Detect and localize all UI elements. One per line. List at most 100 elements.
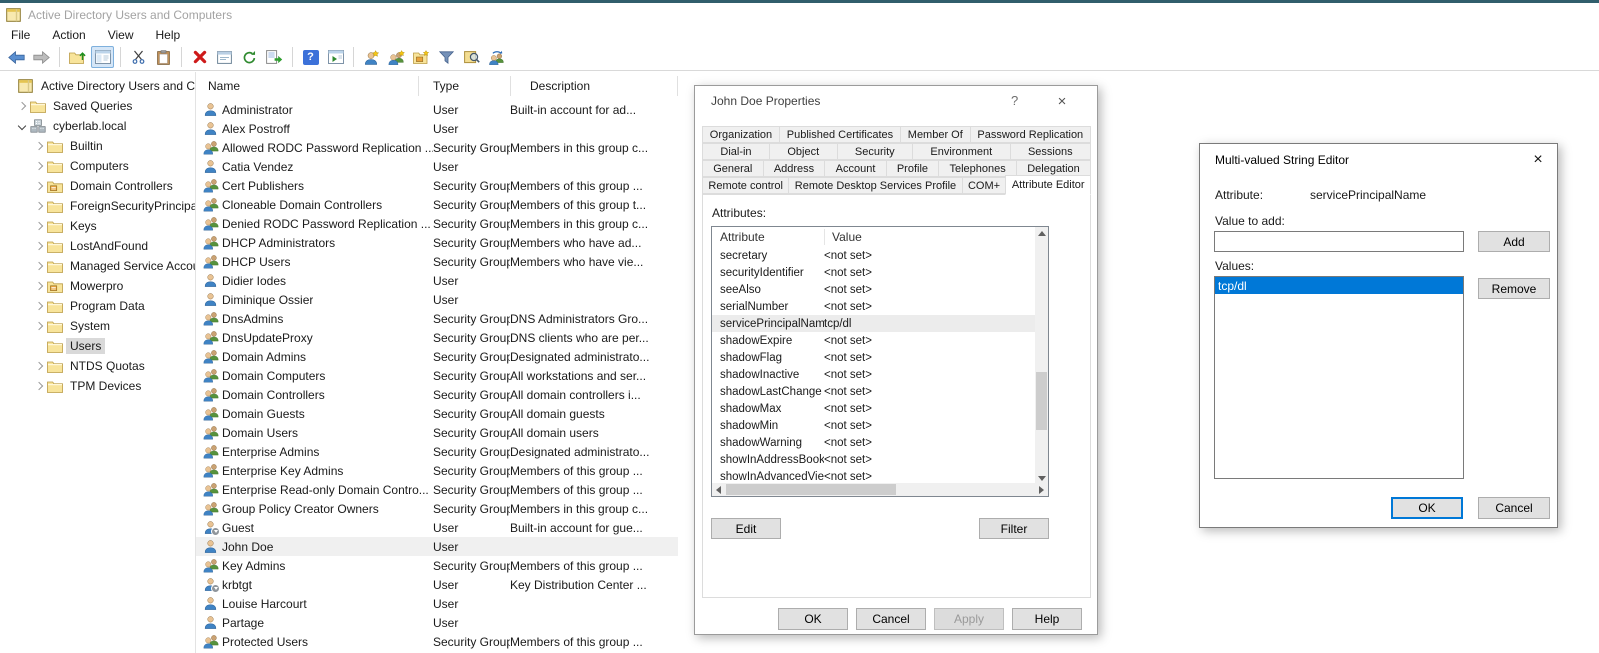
- tab-dial-in[interactable]: Dial-in: [702, 143, 770, 160]
- column-divider[interactable]: [418, 76, 419, 96]
- scroll-up-icon[interactable]: [1035, 227, 1048, 240]
- cancel-button[interactable]: Cancel: [856, 608, 926, 630]
- set-permissions-icon[interactable]: [485, 46, 508, 68]
- expander-icon[interactable]: [31, 298, 47, 314]
- expander-icon[interactable]: [31, 138, 47, 154]
- menu-action[interactable]: Action: [41, 28, 96, 42]
- up-one-level-icon[interactable]: [66, 46, 89, 68]
- close-icon[interactable]: ×: [1047, 91, 1077, 111]
- tree-item[interactable]: Saved Queries: [0, 96, 195, 116]
- attribute-row[interactable]: servicePrincipalName tcp/dl: [712, 315, 1036, 332]
- tab-remote-desktop-services-profile[interactable]: Remote Desktop Services Profile: [788, 177, 962, 194]
- show-console-tree-icon[interactable]: [91, 46, 114, 68]
- apply-button[interactable]: Apply: [934, 608, 1004, 630]
- table-row[interactable]: DnsAdmins Security Group... DNS Administ…: [196, 309, 678, 328]
- tab-password-replication[interactable]: Password Replication: [970, 126, 1091, 143]
- tab-address[interactable]: Address: [763, 160, 826, 177]
- attribute-row[interactable]: shadowInactive <not set>: [712, 366, 1036, 383]
- table-row[interactable]: Domain Admins Security Group... Designat…: [196, 347, 678, 366]
- tree-item[interactable]: Program Data: [0, 296, 195, 316]
- column-header-name[interactable]: Name: [208, 79, 240, 93]
- filter-button[interactable]: Filter: [979, 518, 1049, 539]
- forward-icon[interactable]: [30, 46, 53, 68]
- table-row[interactable]: Didier Iodes User: [196, 271, 678, 290]
- ok-button[interactable]: OK: [778, 608, 848, 630]
- expander-icon[interactable]: [2, 78, 18, 94]
- tree-item[interactable]: cyberlab.local: [0, 116, 195, 136]
- attribute-row[interactable]: shadowLastChange <not set>: [712, 383, 1036, 400]
- tree-item[interactable]: Builtin: [0, 136, 195, 156]
- value-to-add-input[interactable]: [1214, 231, 1464, 252]
- horizontal-scrollbar[interactable]: [712, 483, 1048, 496]
- scrollbar-thumb[interactable]: [1036, 372, 1047, 430]
- attribute-row[interactable]: shadowMin <not set>: [712, 417, 1036, 434]
- table-row[interactable]: Protected Users Security Group... Member…: [196, 632, 678, 651]
- tree-item[interactable]: Mowerpro: [0, 276, 195, 296]
- table-row[interactable]: Cert Publishers Security Group... Member…: [196, 176, 678, 195]
- expander-icon[interactable]: [31, 378, 47, 394]
- table-row[interactable]: Cloneable Domain Controllers Security Gr…: [196, 195, 678, 214]
- table-row[interactable]: Domain Guests Security Group... All doma…: [196, 404, 678, 423]
- table-row[interactable]: Enterprise Admins Security Group... Desi…: [196, 442, 678, 461]
- expander-icon[interactable]: [31, 158, 47, 174]
- menu-help[interactable]: Help: [145, 28, 192, 42]
- column-header-type[interactable]: Type: [433, 79, 459, 93]
- tree-item[interactable]: Keys: [0, 216, 195, 236]
- table-row[interactable]: Louise Harcourt User: [196, 594, 678, 613]
- attr-column-header[interactable]: Attribute: [720, 230, 765, 244]
- tab-remote-control[interactable]: Remote control: [702, 177, 789, 194]
- vertical-scrollbar[interactable]: [1035, 227, 1048, 485]
- value-column-header[interactable]: Value: [832, 230, 862, 244]
- tab-published-certificates[interactable]: Published Certificates: [779, 126, 901, 143]
- expander-icon[interactable]: [31, 318, 47, 334]
- attribute-row[interactable]: serialNumber <not set>: [712, 298, 1036, 315]
- edit-button[interactable]: Edit: [711, 518, 781, 539]
- tree-item[interactable]: Computers: [0, 156, 195, 176]
- refresh-icon[interactable]: [238, 46, 261, 68]
- expander-icon[interactable]: [31, 218, 47, 234]
- value-row[interactable]: tcp/dl: [1215, 277, 1463, 294]
- tree-item[interactable]: Users: [0, 336, 195, 356]
- tab-sessions[interactable]: Sessions: [1010, 143, 1091, 160]
- table-row[interactable]: krbtgt User Key Distribution Center ...: [196, 575, 678, 594]
- scroll-right-icon[interactable]: [1035, 483, 1048, 496]
- expander-icon[interactable]: [31, 278, 47, 294]
- tab-general[interactable]: General: [702, 160, 764, 177]
- scrollbar-thumb[interactable]: [726, 484, 896, 495]
- tree-item[interactable]: Domain Controllers: [0, 176, 195, 196]
- table-row[interactable]: DnsUpdateProxy Security Group... DNS cli…: [196, 328, 678, 347]
- find-icon[interactable]: [460, 46, 483, 68]
- filter-icon[interactable]: [435, 46, 458, 68]
- add-button[interactable]: Add: [1478, 231, 1550, 252]
- tab-environment[interactable]: Environment: [912, 143, 1011, 160]
- dialog-help-icon[interactable]: ?: [1011, 93, 1018, 108]
- table-row[interactable]: Domain Controllers Security Group... All…: [196, 385, 678, 404]
- cut-icon[interactable]: [127, 46, 150, 68]
- column-divider[interactable]: [677, 76, 678, 96]
- expander-icon[interactable]: [31, 258, 47, 274]
- back-icon[interactable]: [5, 46, 28, 68]
- tree-item[interactable]: ForeignSecurityPrincipals: [0, 196, 195, 216]
- values-listbox[interactable]: tcp/dl: [1214, 276, 1464, 479]
- table-row[interactable]: Guest User Built-in account for gue...: [196, 518, 678, 537]
- new-user-icon[interactable]: [360, 46, 383, 68]
- tab-organization[interactable]: Organization: [702, 126, 780, 143]
- table-row[interactable]: Alex Postroff User: [196, 119, 678, 138]
- table-row[interactable]: Enterprise Read-only Domain Contro... Se…: [196, 480, 678, 499]
- attribute-row[interactable]: showInAddressBook <not set>: [712, 451, 1036, 468]
- expander-icon[interactable]: [31, 238, 47, 254]
- table-row[interactable]: Partage User: [196, 613, 678, 632]
- table-row[interactable]: Diminique Ossier User: [196, 290, 678, 309]
- table-row[interactable]: Enterprise Key Admins Security Group... …: [196, 461, 678, 480]
- console-window-icon[interactable]: [324, 46, 347, 68]
- table-row[interactable]: DHCP Administrators Security Group... Me…: [196, 233, 678, 252]
- cancel-button[interactable]: Cancel: [1478, 497, 1550, 519]
- tab-account[interactable]: Account: [824, 160, 886, 177]
- table-row[interactable]: Administrator User Built-in account for …: [196, 100, 678, 119]
- table-row[interactable]: Allowed RODC Password Replication ... Se…: [196, 138, 678, 157]
- attribute-row[interactable]: secretary <not set>: [712, 247, 1036, 264]
- table-row[interactable]: Domain Users Security Group... All domai…: [196, 423, 678, 442]
- properties-icon[interactable]: [213, 46, 236, 68]
- close-icon[interactable]: ×: [1525, 150, 1551, 170]
- table-row[interactable]: Group Policy Creator Owners Security Gro…: [196, 499, 678, 518]
